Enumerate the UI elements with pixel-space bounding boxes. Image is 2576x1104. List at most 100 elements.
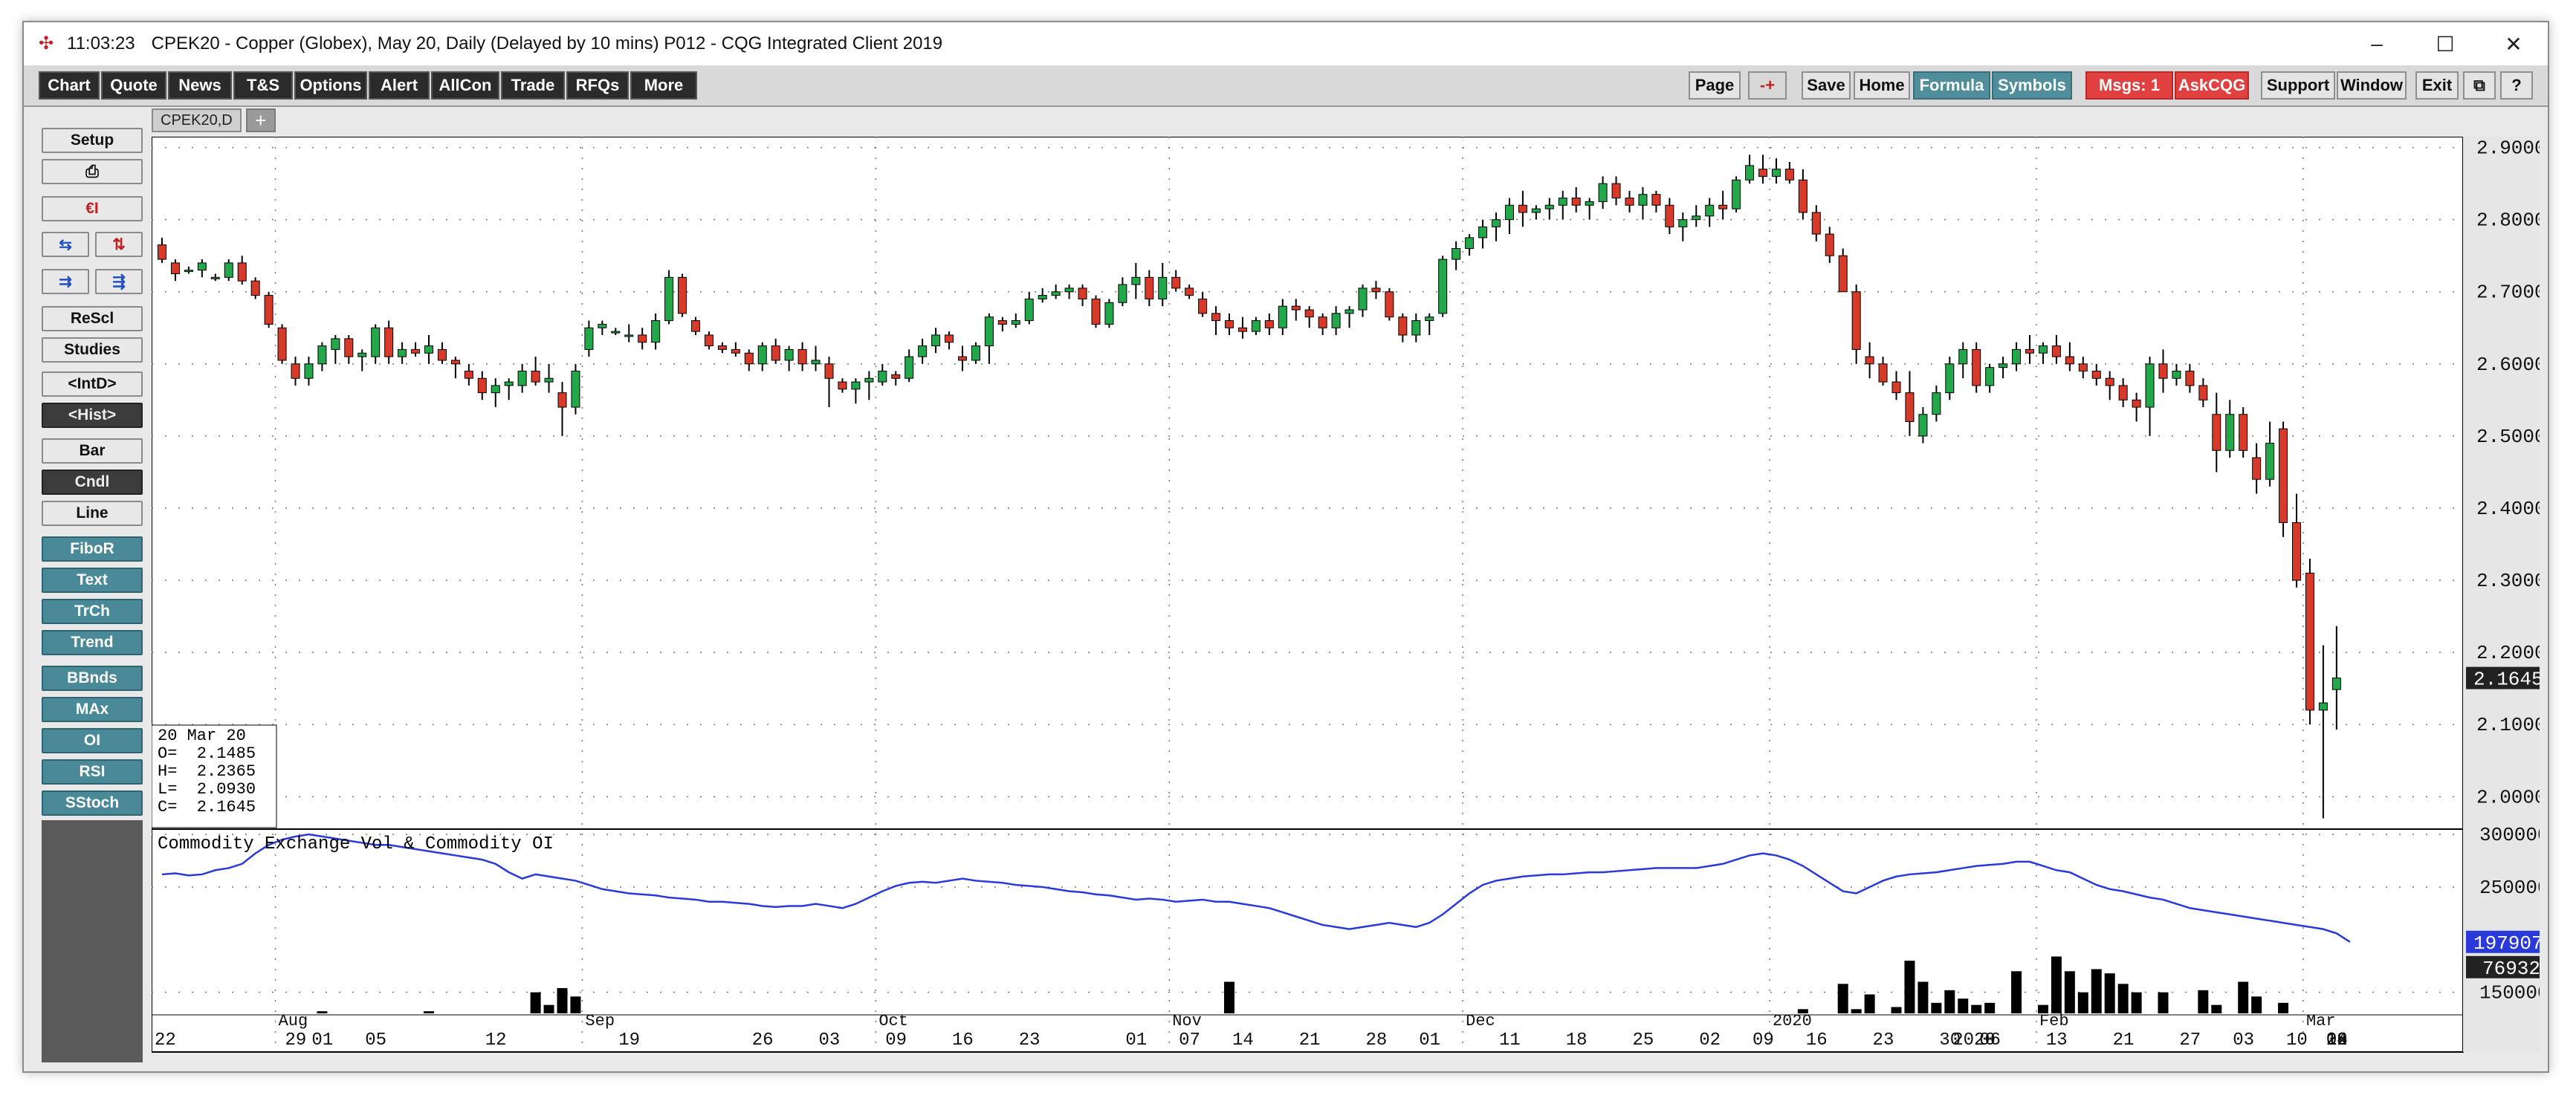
date-tick-label: 09 (885, 1030, 907, 1051)
candle-down (1611, 183, 1621, 199)
price-chart[interactable]: 2.9000 2.8000 2.7000 2.6000 2.5000 2.4000 2.30… (152, 137, 2540, 1055)
chart-frame (152, 137, 2464, 1053)
candle-down (557, 392, 567, 408)
menu-quote-button[interactable]: Quote (101, 71, 166, 100)
candle-up (971, 345, 980, 361)
candle-down (838, 381, 847, 390)
help-button[interactable]: ? (2500, 71, 2533, 100)
candle-down (277, 327, 287, 361)
candle-down (1304, 309, 1314, 318)
candle-down (2051, 345, 2061, 357)
candle-up (1118, 284, 1127, 303)
date-tick-label: 23 (1019, 1030, 1041, 1051)
add-tab-button[interactable]: + (245, 108, 276, 132)
volume-tick-label: 250000 (2479, 877, 2540, 899)
restore-button[interactable]: ⧉ (2463, 71, 2496, 100)
volume-bar (1958, 999, 1969, 1013)
max-button[interactable]: MAx (42, 697, 143, 722)
candle-chart-button[interactable]: Cndl (42, 470, 143, 495)
menu-trade-button[interactable]: Trade (501, 71, 565, 100)
historical-button[interactable]: <Hist> (42, 403, 143, 428)
candle-down (411, 348, 421, 354)
trch-button[interactable]: TrCh (42, 599, 143, 624)
candle-down (1264, 320, 1274, 328)
volume-bar (2238, 981, 2249, 1013)
rsi-button[interactable]: RSI (42, 759, 143, 785)
close-button[interactable]: ✕ (2479, 22, 2548, 65)
support-button[interactable]: Support (2261, 71, 2335, 100)
askcqg-button[interactable]: AskCQG (2175, 71, 2249, 100)
volume-bar (557, 987, 568, 1013)
candle-up (878, 371, 887, 383)
expand-icon[interactable]: ⇶ (95, 269, 143, 294)
page-button[interactable]: Page (1689, 71, 1741, 100)
minimize-button[interactable]: – (2343, 22, 2411, 65)
text-button[interactable]: Text (42, 568, 143, 593)
currency-icon[interactable]: €I (42, 196, 143, 221)
menu-chart-button[interactable]: Chart (39, 71, 100, 100)
month-label: 2020 (1773, 1012, 1812, 1030)
candle-down (1385, 291, 1394, 318)
symbols-button[interactable]: Symbols (1992, 71, 2072, 100)
candle-down (704, 334, 713, 347)
exit-button[interactable]: Exit (2415, 71, 2459, 100)
candle-down (1972, 348, 1981, 386)
scroll-left-icon[interactable]: ⇆ (42, 232, 89, 257)
save-button[interactable]: Save (1802, 71, 1851, 100)
compress-icon[interactable]: ⇉ (42, 269, 89, 294)
candle-up (851, 381, 861, 390)
candle-down (1371, 288, 1381, 293)
line-chart-button[interactable]: Line (42, 501, 143, 526)
candle-up (1544, 204, 1554, 210)
menu-ts-button[interactable]: T&S (233, 71, 293, 100)
candle-up (184, 270, 193, 273)
candle-down (1625, 198, 1634, 206)
bar-chart-button[interactable]: Bar (42, 438, 143, 464)
oi-button[interactable]: OI (42, 728, 143, 753)
date-tick-label: 21 (2113, 1030, 2135, 1051)
sstoch-button[interactable]: SStoch (42, 790, 143, 816)
fibor-button[interactable]: FiboR (42, 536, 143, 562)
volume-bar (1984, 1002, 1996, 1013)
menu-rfqs-button[interactable]: RFQs (566, 71, 629, 100)
cqg-app-icon: ✣ (39, 33, 54, 53)
candle-up (2265, 443, 2275, 480)
price-tick-label: 2.9000 (2476, 137, 2540, 160)
candle-up (357, 352, 367, 357)
menu-news-button[interactable]: News (168, 71, 232, 100)
intraday-button[interactable]: <IntD> (42, 371, 143, 397)
menu-options-button[interactable]: Options (294, 71, 367, 100)
candle-up (491, 385, 500, 394)
messages-button[interactable]: Msgs: 1 (2085, 71, 2173, 100)
window-button[interactable]: Window (2337, 71, 2407, 100)
volume-bar (1837, 984, 1848, 1013)
studies-button[interactable]: Studies (42, 337, 143, 363)
bbnds-button[interactable]: BBnds (42, 666, 143, 691)
page-arrows-button[interactable]: -+ (1748, 71, 1787, 100)
candle-up (864, 377, 874, 383)
scroll-updown-icon[interactable]: ⇅ (95, 232, 143, 257)
formula-button[interactable]: Formula (1913, 71, 1990, 100)
print-icon[interactable]: ⎙ (42, 159, 143, 184)
candle-down (2212, 414, 2221, 451)
rescale-button[interactable]: ReScl (42, 306, 143, 331)
menu-allcon-button[interactable]: AllCon (431, 71, 499, 100)
candle-down (717, 345, 727, 350)
trend-button[interactable]: Trend (42, 630, 143, 655)
menu-more-button[interactable]: More (630, 71, 697, 100)
price-tick-label: 2.0000 (2476, 786, 2540, 808)
volume-bar (530, 992, 541, 1013)
candle-down (1851, 291, 1861, 350)
date-tick-label: 25 (1632, 1030, 1654, 1051)
home-button[interactable]: Home (1854, 71, 1910, 100)
candle-down (264, 295, 274, 325)
candle-up (1531, 208, 1541, 213)
chart-tab[interactable]: CPEK20,D (152, 108, 242, 132)
month-label: Aug (279, 1012, 308, 1030)
setup-button[interactable]: Setup (42, 128, 143, 153)
candle-down (1891, 381, 1901, 394)
menu-alert-button[interactable]: Alert (369, 71, 430, 100)
price-tick-label: 2.2000 (2476, 642, 2540, 664)
month-label: Feb (2039, 1012, 2069, 1030)
maximize-button[interactable]: ☐ (2411, 22, 2479, 65)
